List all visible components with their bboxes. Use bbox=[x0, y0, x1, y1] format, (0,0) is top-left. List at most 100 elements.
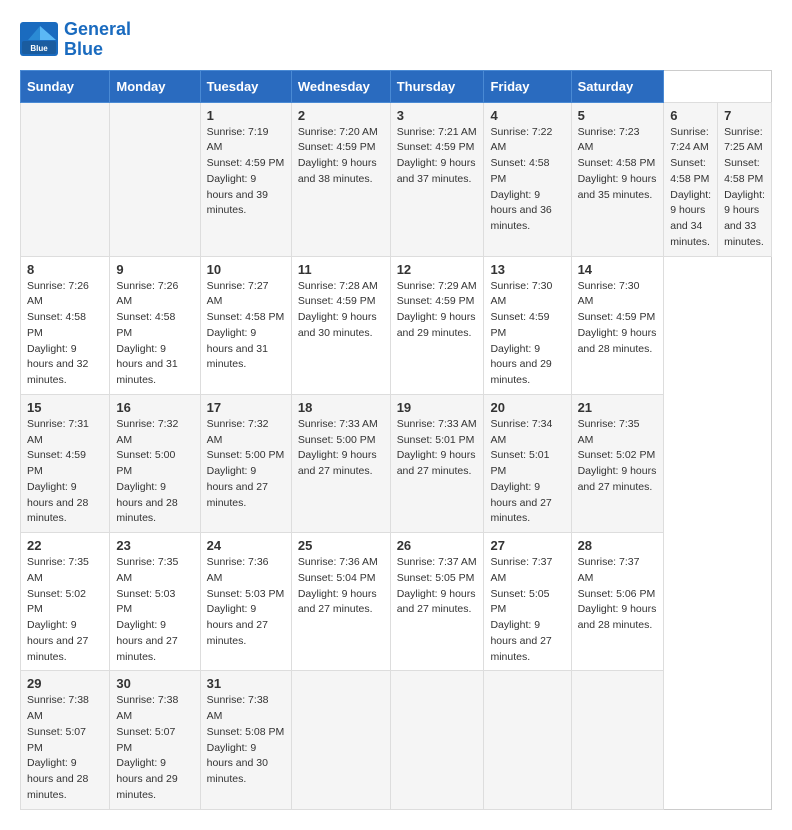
day-info: Sunrise: 7:28 AM Sunset: 4:59 PM Dayligh… bbox=[298, 279, 384, 342]
calendar-week-row: 22 Sunrise: 7:35 AM Sunset: 5:02 PM Dayl… bbox=[21, 533, 772, 671]
day-number: 21 bbox=[578, 400, 658, 415]
day-info: Sunrise: 7:29 AM Sunset: 4:59 PM Dayligh… bbox=[397, 279, 478, 342]
day-info: Sunrise: 7:33 AM Sunset: 5:01 PM Dayligh… bbox=[397, 417, 478, 480]
calendar-day-cell: 15 Sunrise: 7:31 AM Sunset: 4:59 PM Dayl… bbox=[21, 394, 110, 532]
calendar-week-row: 15 Sunrise: 7:31 AM Sunset: 4:59 PM Dayl… bbox=[21, 394, 772, 532]
calendar-day-cell: 28 Sunrise: 7:37 AM Sunset: 5:06 PM Dayl… bbox=[571, 533, 664, 671]
calendar-day-cell: 23 Sunrise: 7:35 AM Sunset: 5:03 PM Dayl… bbox=[110, 533, 200, 671]
calendar-day-cell: 14 Sunrise: 7:30 AM Sunset: 4:59 PM Dayl… bbox=[571, 256, 664, 394]
day-info: Sunrise: 7:36 AM Sunset: 5:03 PM Dayligh… bbox=[207, 555, 285, 650]
day-number: 14 bbox=[578, 262, 658, 277]
svg-text:Blue: Blue bbox=[30, 44, 48, 53]
calendar-day-cell: 31 Sunrise: 7:38 AM Sunset: 5:08 PM Dayl… bbox=[200, 671, 291, 809]
calendar-day-cell: 9 Sunrise: 7:26 AM Sunset: 4:58 PM Dayli… bbox=[110, 256, 200, 394]
empty-cell bbox=[21, 102, 110, 256]
weekday-header: Friday bbox=[484, 70, 571, 102]
day-number: 28 bbox=[578, 538, 658, 553]
day-number: 5 bbox=[578, 108, 658, 123]
day-number: 10 bbox=[207, 262, 285, 277]
day-number: 16 bbox=[116, 400, 193, 415]
calendar-day-cell bbox=[571, 671, 664, 809]
calendar-day-cell bbox=[484, 671, 571, 809]
calendar-day-cell: 25 Sunrise: 7:36 AM Sunset: 5:04 PM Dayl… bbox=[291, 533, 390, 671]
day-info: Sunrise: 7:37 AM Sunset: 5:05 PM Dayligh… bbox=[490, 555, 564, 665]
day-number: 20 bbox=[490, 400, 564, 415]
calendar-day-cell: 24 Sunrise: 7:36 AM Sunset: 5:03 PM Dayl… bbox=[200, 533, 291, 671]
day-info: Sunrise: 7:34 AM Sunset: 5:01 PM Dayligh… bbox=[490, 417, 564, 527]
day-info: Sunrise: 7:25 AM Sunset: 4:58 PM Dayligh… bbox=[724, 125, 765, 251]
day-info: Sunrise: 7:21 AM Sunset: 4:59 PM Dayligh… bbox=[397, 125, 478, 188]
calendar-day-cell: 10 Sunrise: 7:27 AM Sunset: 4:58 PM Dayl… bbox=[200, 256, 291, 394]
day-info: Sunrise: 7:37 AM Sunset: 5:05 PM Dayligh… bbox=[397, 555, 478, 618]
day-info: Sunrise: 7:32 AM Sunset: 5:00 PM Dayligh… bbox=[207, 417, 285, 512]
day-info: Sunrise: 7:31 AM Sunset: 4:59 PM Dayligh… bbox=[27, 417, 103, 527]
weekday-header: Thursday bbox=[390, 70, 484, 102]
calendar-day-cell: 8 Sunrise: 7:26 AM Sunset: 4:58 PM Dayli… bbox=[21, 256, 110, 394]
day-number: 13 bbox=[490, 262, 564, 277]
day-info: Sunrise: 7:27 AM Sunset: 4:58 PM Dayligh… bbox=[207, 279, 285, 374]
calendar-day-cell: 7 Sunrise: 7:25 AM Sunset: 4:58 PM Dayli… bbox=[718, 102, 772, 256]
calendar-day-cell: 18 Sunrise: 7:33 AM Sunset: 5:00 PM Dayl… bbox=[291, 394, 390, 532]
day-info: Sunrise: 7:22 AM Sunset: 4:58 PM Dayligh… bbox=[490, 125, 564, 235]
day-info: Sunrise: 7:35 AM Sunset: 5:02 PM Dayligh… bbox=[578, 417, 658, 496]
weekday-header: Monday bbox=[110, 70, 200, 102]
day-info: Sunrise: 7:38 AM Sunset: 5:07 PM Dayligh… bbox=[27, 693, 103, 803]
calendar-day-cell: 20 Sunrise: 7:34 AM Sunset: 5:01 PM Dayl… bbox=[484, 394, 571, 532]
calendar-day-cell: 29 Sunrise: 7:38 AM Sunset: 5:07 PM Dayl… bbox=[21, 671, 110, 809]
day-number: 1 bbox=[207, 108, 285, 123]
day-info: Sunrise: 7:19 AM Sunset: 4:59 PM Dayligh… bbox=[207, 125, 285, 220]
day-info: Sunrise: 7:30 AM Sunset: 4:59 PM Dayligh… bbox=[578, 279, 658, 358]
day-number: 29 bbox=[27, 676, 103, 691]
calendar-day-cell: 22 Sunrise: 7:35 AM Sunset: 5:02 PM Dayl… bbox=[21, 533, 110, 671]
day-number: 6 bbox=[670, 108, 711, 123]
day-info: Sunrise: 7:35 AM Sunset: 5:03 PM Dayligh… bbox=[116, 555, 193, 665]
calendar-day-cell: 26 Sunrise: 7:37 AM Sunset: 5:05 PM Dayl… bbox=[390, 533, 484, 671]
calendar-week-row: 8 Sunrise: 7:26 AM Sunset: 4:58 PM Dayli… bbox=[21, 256, 772, 394]
calendar-day-cell: 4 Sunrise: 7:22 AM Sunset: 4:58 PM Dayli… bbox=[484, 102, 571, 256]
day-number: 18 bbox=[298, 400, 384, 415]
day-number: 11 bbox=[298, 262, 384, 277]
day-number: 8 bbox=[27, 262, 103, 277]
logo-icon: Blue bbox=[20, 22, 60, 57]
calendar-day-cell: 6 Sunrise: 7:24 AM Sunset: 4:58 PM Dayli… bbox=[664, 102, 718, 256]
day-info: Sunrise: 7:26 AM Sunset: 4:58 PM Dayligh… bbox=[27, 279, 103, 389]
calendar-day-cell: 12 Sunrise: 7:29 AM Sunset: 4:59 PM Dayl… bbox=[390, 256, 484, 394]
weekday-header: Tuesday bbox=[200, 70, 291, 102]
calendar-day-cell: 1 Sunrise: 7:19 AM Sunset: 4:59 PM Dayli… bbox=[200, 102, 291, 256]
empty-cell bbox=[110, 102, 200, 256]
day-number: 22 bbox=[27, 538, 103, 553]
day-number: 17 bbox=[207, 400, 285, 415]
day-number: 19 bbox=[397, 400, 478, 415]
day-number: 9 bbox=[116, 262, 193, 277]
calendar-day-cell: 3 Sunrise: 7:21 AM Sunset: 4:59 PM Dayli… bbox=[390, 102, 484, 256]
calendar-day-cell: 5 Sunrise: 7:23 AM Sunset: 4:58 PM Dayli… bbox=[571, 102, 664, 256]
day-number: 2 bbox=[298, 108, 384, 123]
calendar-day-cell: 13 Sunrise: 7:30 AM Sunset: 4:59 PM Dayl… bbox=[484, 256, 571, 394]
page-header: Blue General Blue bbox=[20, 20, 772, 60]
calendar-day-cell: 19 Sunrise: 7:33 AM Sunset: 5:01 PM Dayl… bbox=[390, 394, 484, 532]
day-number: 25 bbox=[298, 538, 384, 553]
calendar-day-cell: 16 Sunrise: 7:32 AM Sunset: 5:00 PM Dayl… bbox=[110, 394, 200, 532]
day-number: 15 bbox=[27, 400, 103, 415]
weekday-header: Saturday bbox=[571, 70, 664, 102]
day-info: Sunrise: 7:23 AM Sunset: 4:58 PM Dayligh… bbox=[578, 125, 658, 204]
day-number: 4 bbox=[490, 108, 564, 123]
day-info: Sunrise: 7:24 AM Sunset: 4:58 PM Dayligh… bbox=[670, 125, 711, 251]
day-number: 31 bbox=[207, 676, 285, 691]
calendar-day-cell: 21 Sunrise: 7:35 AM Sunset: 5:02 PM Dayl… bbox=[571, 394, 664, 532]
day-number: 30 bbox=[116, 676, 193, 691]
day-number: 23 bbox=[116, 538, 193, 553]
weekday-header: Wednesday bbox=[291, 70, 390, 102]
day-number: 12 bbox=[397, 262, 478, 277]
weekday-header: Sunday bbox=[21, 70, 110, 102]
day-info: Sunrise: 7:35 AM Sunset: 5:02 PM Dayligh… bbox=[27, 555, 103, 665]
day-info: Sunrise: 7:36 AM Sunset: 5:04 PM Dayligh… bbox=[298, 555, 384, 618]
day-info: Sunrise: 7:37 AM Sunset: 5:06 PM Dayligh… bbox=[578, 555, 658, 634]
day-info: Sunrise: 7:32 AM Sunset: 5:00 PM Dayligh… bbox=[116, 417, 193, 527]
calendar-week-row: 29 Sunrise: 7:38 AM Sunset: 5:07 PM Dayl… bbox=[21, 671, 772, 809]
day-info: Sunrise: 7:26 AM Sunset: 4:58 PM Dayligh… bbox=[116, 279, 193, 389]
calendar-day-cell bbox=[291, 671, 390, 809]
day-number: 26 bbox=[397, 538, 478, 553]
calendar-day-cell: 2 Sunrise: 7:20 AM Sunset: 4:59 PM Dayli… bbox=[291, 102, 390, 256]
day-info: Sunrise: 7:30 AM Sunset: 4:59 PM Dayligh… bbox=[490, 279, 564, 389]
